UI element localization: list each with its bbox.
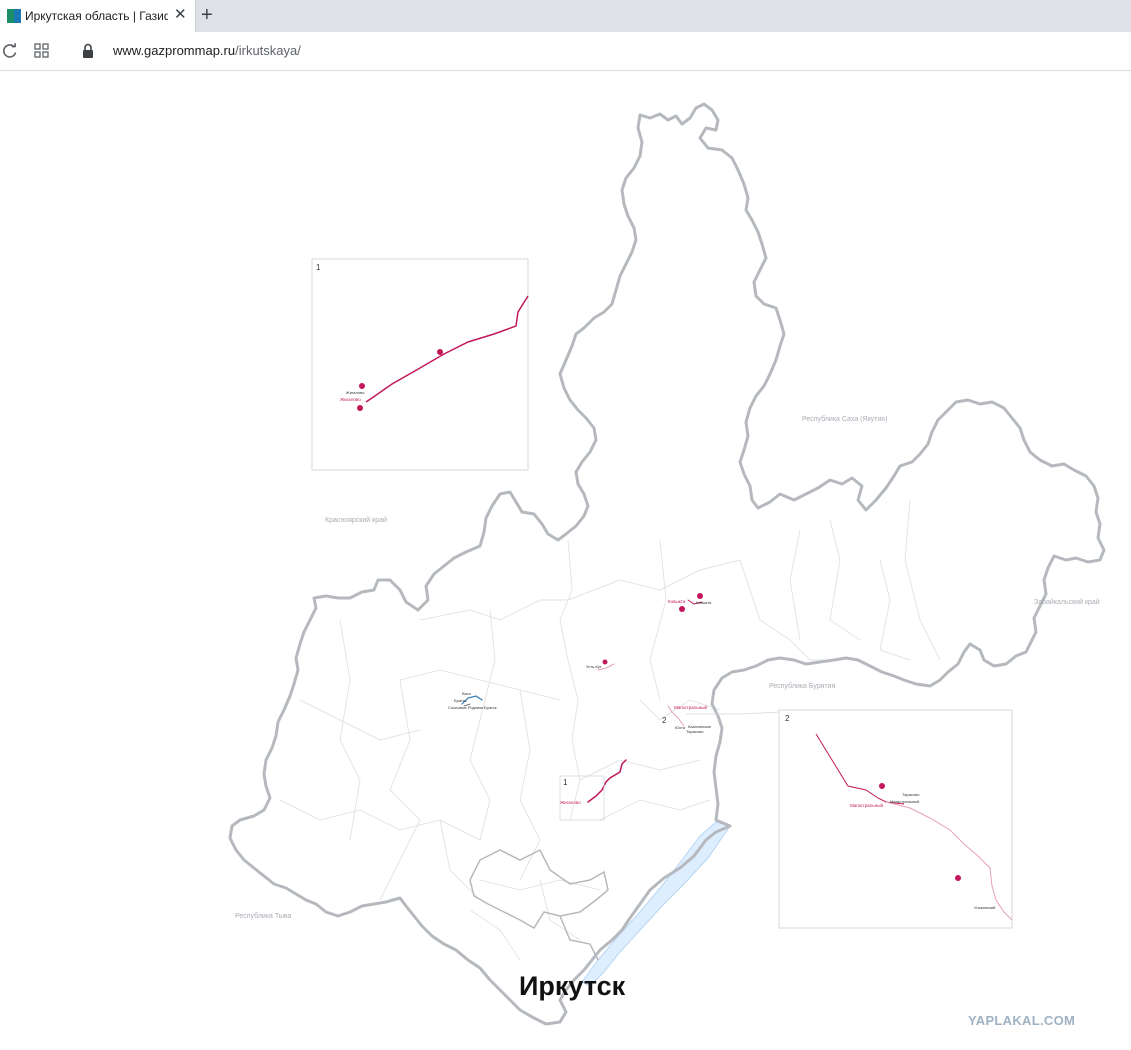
gasification-map[interactable]: Ковыкта Ковыкта Усть-Кут Вихо Братск Сос… xyxy=(0,71,1131,1050)
pipeline-marker-icon[interactable] xyxy=(602,659,608,665)
label-magistralny: Магистральный xyxy=(674,704,707,710)
inset-2-number: 2 xyxy=(785,714,790,723)
inset-2-label-a: Тарасово xyxy=(902,792,920,797)
region-tyva: Республика Тыва xyxy=(235,913,292,920)
url-host: www.gazprommap.ru xyxy=(113,43,236,58)
label-uk-a: Юхта xyxy=(675,725,686,730)
inset-2-leader xyxy=(686,711,781,715)
south-district-borders xyxy=(469,848,609,961)
pipeline-marker-icon[interactable] xyxy=(697,593,703,599)
region-yakutia: Республика Саха (Якутия) xyxy=(802,416,888,423)
tab-irkutsk[interactable]: Иркутская область | Газиф ✕ xyxy=(0,0,196,32)
label-ust-kut: Усть-Кут xyxy=(586,664,602,669)
map-small-labels: Ковыкта Ковыкта Усть-Кут Вихо Братск Сос… xyxy=(448,599,712,805)
reload-icon[interactable] xyxy=(0,41,20,61)
pipeline-marker-icon[interactable] xyxy=(955,875,961,881)
label-kovykta: Ковыкта xyxy=(668,599,686,604)
region-zabaikalsky: Забайкальский край xyxy=(1034,599,1100,606)
tab-title: Иркутская область | Газиф xyxy=(25,9,168,23)
label-inset-2-ref: 2 xyxy=(662,716,667,725)
label-bratsk-a: Вихо xyxy=(462,691,472,696)
label-uk-c: Тарасово xyxy=(686,729,704,734)
inset-2-label-c: Ульканский xyxy=(974,905,995,910)
map-markers xyxy=(602,593,703,665)
map-canvas: Ковыкта Ковыкта Усть-Кут Вихо Братск Сос… xyxy=(228,102,1106,1026)
label-bratsk-d: Братск xyxy=(484,705,497,710)
pipeline-marker-icon[interactable] xyxy=(437,349,443,355)
inset-1[interactable]: 1 Жигалово Жигалово xyxy=(311,258,529,471)
region-buryatia: Республика Бурятия xyxy=(769,683,836,690)
address-toolbar: www.gazprommap.ru/irkutskaya/ xyxy=(0,32,1131,71)
browser-chrome: Иркутская область | Газиф ✕ + www.gazpro… xyxy=(0,0,1131,71)
tab-strip: Иркутская область | Газиф ✕ + xyxy=(0,0,1131,32)
inset-2-label-main: Магистральный xyxy=(850,802,883,808)
inset-1-label-top: Жигалово xyxy=(346,390,365,395)
tab-close-icon[interactable]: ✕ xyxy=(174,7,187,23)
region-krasnoyarsk: Красноярский край xyxy=(325,517,387,524)
pipeline-marker-icon[interactable] xyxy=(879,783,885,789)
pipeline-marker-icon[interactable] xyxy=(679,606,685,612)
inset-2-label-b: Магистральный xyxy=(890,799,919,804)
pipelines xyxy=(461,599,703,803)
label-bratsk-b: Братск xyxy=(454,698,467,703)
label-inset-1-ref: 1 xyxy=(563,778,568,787)
pipeline-marker-icon[interactable] xyxy=(359,383,365,389)
apps-icon[interactable] xyxy=(32,41,52,61)
url-path: /irkutskaya/ xyxy=(235,43,301,58)
label-zhigalovo: Жигалово xyxy=(560,800,581,805)
label-bratsk-c: Сосновые Родники xyxy=(448,705,483,710)
watermark: YAPLAKAL.COM xyxy=(968,1013,1076,1028)
site-favicon-icon xyxy=(7,9,21,23)
new-tab-button[interactable]: + xyxy=(201,4,213,26)
lake-baikal xyxy=(581,821,731,987)
pipeline-marker-icon[interactable] xyxy=(357,405,363,411)
inset-2[interactable]: 2 Магистральный Тарасово Магистральный У… xyxy=(778,709,1013,929)
inset-1-label-main: Жигалово xyxy=(340,397,361,402)
label-kovykta-b: Ковыкта xyxy=(696,600,712,605)
lock-icon[interactable] xyxy=(78,41,98,61)
city-title: Иркутск xyxy=(519,971,626,1001)
address-bar[interactable]: www.gazprommap.ru/irkutskaya/ xyxy=(113,43,301,58)
inset-1-number: 1 xyxy=(316,263,321,272)
